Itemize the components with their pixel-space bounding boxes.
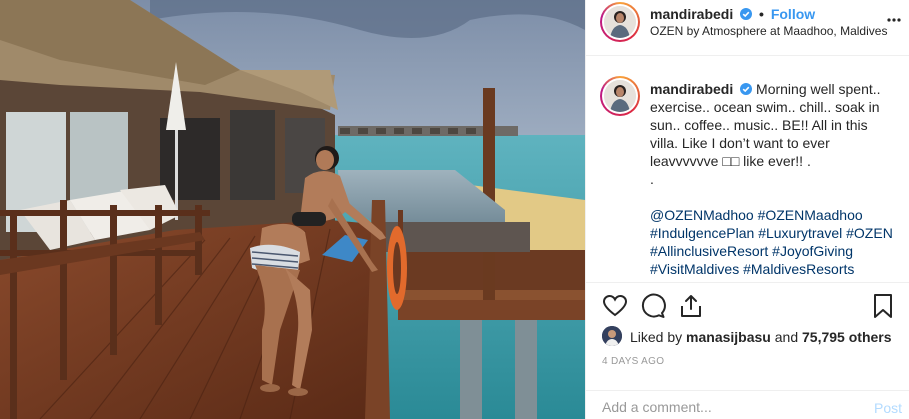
comment-bubble-icon[interactable] xyxy=(640,293,666,319)
header-user-line: mandirabedi • Follow xyxy=(650,6,815,22)
post-timestamp[interactable]: 4 DAYS AGO xyxy=(602,356,664,367)
caption-line: exercise.. ocean swim.. chill.. soak in xyxy=(650,99,880,115)
hashtag-line[interactable]: #AllinclusiveResort #JoyofGiving xyxy=(650,242,900,260)
share-icon[interactable] xyxy=(678,293,704,319)
more-options-icon[interactable] xyxy=(886,10,902,30)
comment-input[interactable] xyxy=(602,399,852,415)
likes-count[interactable]: 75,795 others xyxy=(802,329,892,345)
caption-line: leavvvvvve □□ like ever!! . xyxy=(650,153,811,169)
avatar-photo-icon xyxy=(604,6,636,38)
likes-prefix: Liked by xyxy=(630,329,687,345)
bookmark-icon[interactable] xyxy=(870,293,896,319)
avatar-photo-icon xyxy=(604,80,636,112)
header-username[interactable]: mandirabedi xyxy=(650,6,733,22)
instagram-post: mandirabedi • Follow OZEN by Atmosphere … xyxy=(0,0,909,419)
hashtag-line[interactable]: #IndulgencePlan #Luxurytravel #OZEN xyxy=(650,224,900,242)
caption-line: Morning well spent.. xyxy=(756,81,881,97)
villa-deck-photo xyxy=(0,0,585,419)
liker-username[interactable]: manasijbasu xyxy=(686,329,771,345)
caption-text: mandirabedi Morning well spent.. exercis… xyxy=(650,80,900,278)
separator-dot: • xyxy=(759,6,764,22)
caption-area: mandirabedi Morning well spent.. exercis… xyxy=(586,70,909,282)
hashtag-line[interactable]: #VisitMaldives #MaldivesResorts xyxy=(650,260,900,278)
caption-line: sun.. coffee.. music.. BE!! All in this xyxy=(650,117,868,133)
caption-line: villa. Like I don’t want to ever xyxy=(650,135,830,151)
caption-line: . xyxy=(650,171,654,187)
post-side-panel: mandirabedi • Follow OZEN by Atmosphere … xyxy=(585,0,909,419)
post-header: mandirabedi • Follow OZEN by Atmosphere … xyxy=(586,0,909,56)
follow-button[interactable]: Follow xyxy=(771,6,815,22)
hashtag-line[interactable]: @OZENMadhoo #OZENMaadhoo xyxy=(650,206,900,224)
avatar[interactable] xyxy=(600,2,640,42)
comment-bar: Post xyxy=(586,390,909,419)
post-comment-button[interactable]: Post xyxy=(874,400,902,416)
verified-badge-icon xyxy=(740,83,753,95)
likes-middle: and xyxy=(770,329,803,345)
caption-avatar[interactable] xyxy=(600,76,640,116)
action-bar xyxy=(586,282,909,328)
post-photo[interactable] xyxy=(0,0,585,419)
heart-icon[interactable] xyxy=(602,293,628,319)
caption-username[interactable]: mandirabedi xyxy=(650,81,733,97)
verified-badge-icon xyxy=(740,8,753,20)
liker-avatar[interactable] xyxy=(602,326,622,346)
location-link[interactable]: OZEN by Atmosphere at Maadhoo, Maldives xyxy=(650,24,887,38)
